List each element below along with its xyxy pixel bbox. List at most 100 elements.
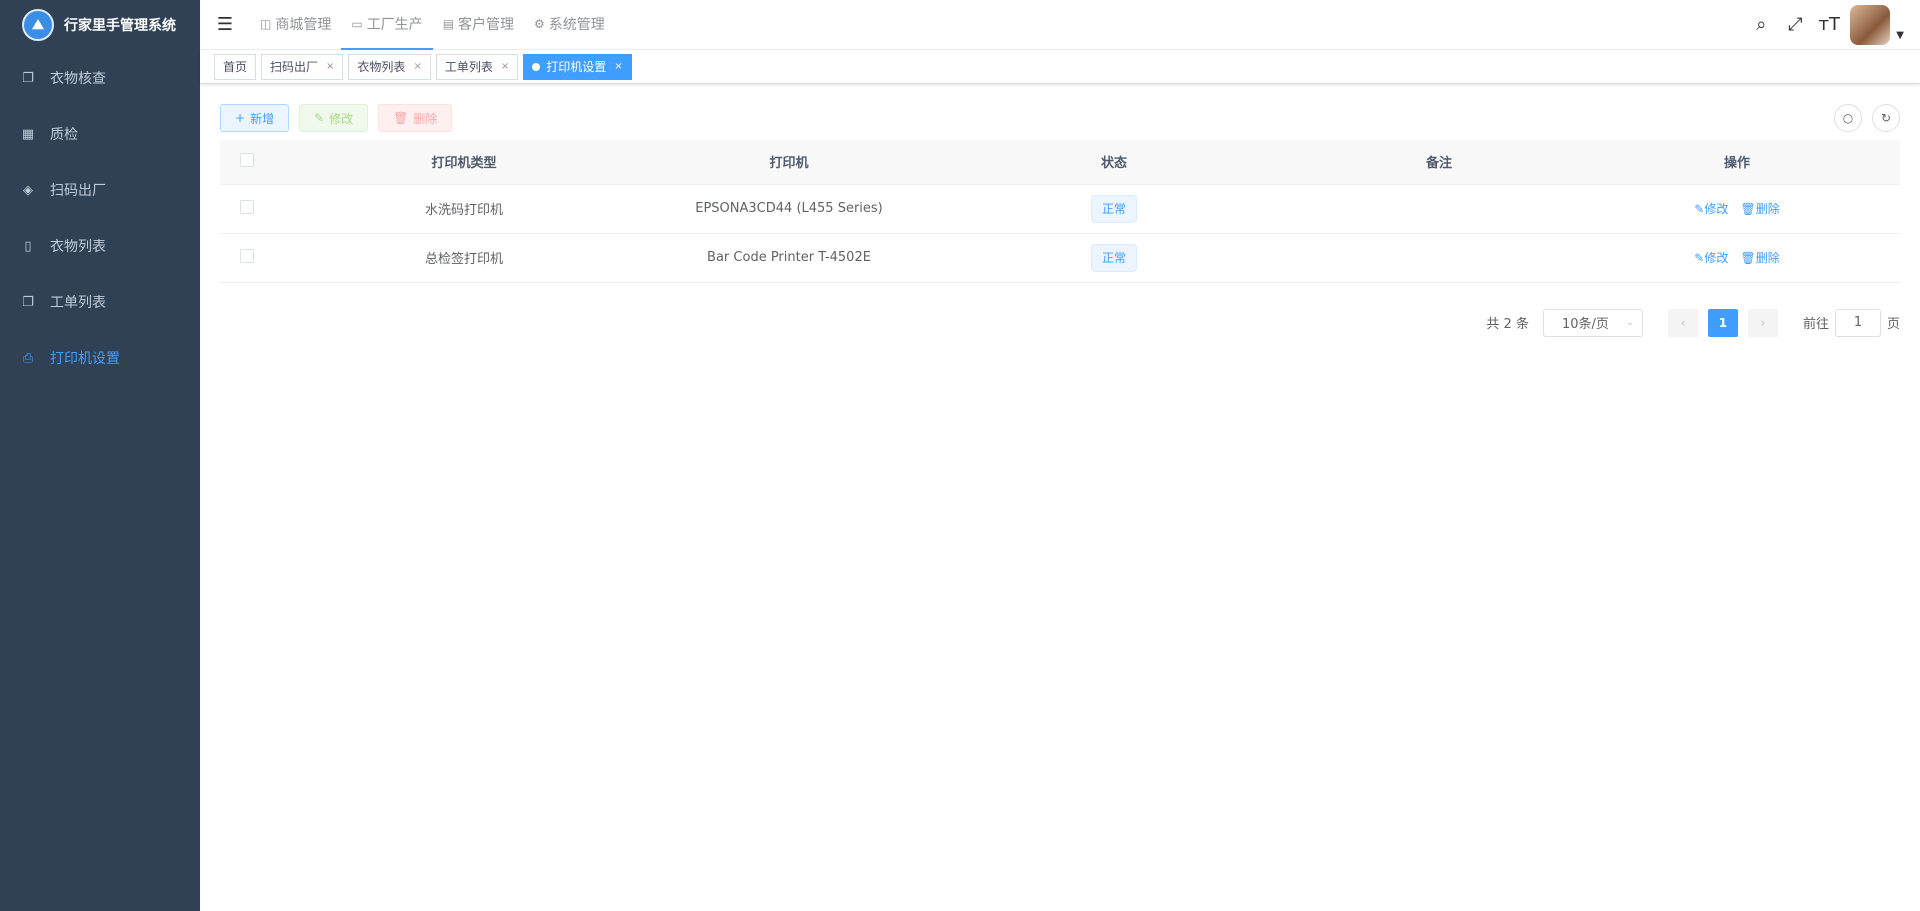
refresh-button[interactable]: ↻ xyxy=(1872,104,1900,132)
topnav-item-factory[interactable]: ▭ 工厂生产 xyxy=(341,0,433,50)
sidebar-item-label: 扫码出厂 xyxy=(50,183,106,199)
row-edit-link[interactable]: ✎修改 xyxy=(1694,202,1728,216)
sidebar-item-label: 打印机设置 xyxy=(50,351,120,367)
chevron-right-icon: › xyxy=(1760,315,1766,330)
tag-label: 打印机设置 xyxy=(546,60,607,74)
app-title: 行家里手管理系统 xyxy=(64,18,176,34)
tag-clothes-list[interactable]: 衣物列表 × xyxy=(348,53,431,80)
row-checkbox[interactable] xyxy=(240,199,254,214)
phone-icon: ▯ xyxy=(24,238,32,254)
edit-label: 修改 xyxy=(329,111,354,126)
page-size-select[interactable]: 10条/页 ⌄ xyxy=(1542,308,1643,337)
cell-status: 正常 xyxy=(924,184,1304,234)
pagination-total: 共 2 条 xyxy=(1486,317,1529,332)
close-icon[interactable]: × xyxy=(413,61,421,72)
row-select-cell xyxy=(220,184,274,234)
cell-printer-type: 总检签打印机 xyxy=(274,233,654,283)
sidebar-item-label: 质检 xyxy=(50,127,78,143)
sidebar-item-work-orders[interactable]: ❐ 工单列表 xyxy=(0,274,200,330)
monitor-icon: ▭ xyxy=(351,16,363,31)
main: ☰ ◫ 商城管理 ▭ 工厂生产 ▤ 客户管理 ⚙ 系统管理 ⌕ ⤢ ᴛT ▼ 首… xyxy=(200,0,1920,911)
logo[interactable]: ⛰ 行家里手管理系统 xyxy=(0,0,200,50)
col-actions: 操作 xyxy=(1574,140,1900,185)
row-checkbox[interactable] xyxy=(240,248,254,263)
row-delete-label: 删除 xyxy=(1755,251,1780,265)
edit-icon: ✎ xyxy=(1694,251,1705,265)
table-row: 水洗码打印机 EPSONA3CD44 (L455 Series) 正常 ✎修改 … xyxy=(220,184,1900,234)
table-row: 总检签打印机 Bar Code Printer T-4502E 正常 ✎修改 🗑… xyxy=(220,233,1900,283)
prev-page-button[interactable]: ‹ xyxy=(1667,308,1698,337)
printer-table: 打印机类型 打印机 状态 备注 操作 水洗码打印机 EPSONA3CD44 (L… xyxy=(220,140,1900,283)
refresh-icon: ↻ xyxy=(1880,111,1892,125)
page-size-value: 10条/页 xyxy=(1561,317,1609,332)
next-page-button[interactable]: › xyxy=(1747,308,1778,337)
page-suffix: 页 xyxy=(1886,317,1900,332)
row-edit-link[interactable]: ✎修改 xyxy=(1694,251,1728,265)
sidebar-item-quality-check[interactable]: ▦ 质检 xyxy=(0,106,200,162)
search-toggle-button[interactable]: ○ xyxy=(1834,104,1862,132)
edit-button[interactable]: ✎ 修改 xyxy=(299,104,369,132)
close-icon[interactable]: × xyxy=(501,61,509,72)
sidebar-item-printer-settings[interactable]: ⎙ 打印机设置 xyxy=(0,330,200,386)
sidebar-item-scan-out[interactable]: ◈ 扫码出厂 xyxy=(0,162,200,218)
chevron-down-icon: ⌄ xyxy=(1625,317,1634,328)
pagination: 共 2 条 10条/页 ⌄ ‹ 1 › 前往 页 xyxy=(220,308,1900,337)
row-delete-link[interactable]: 🗑删除 xyxy=(1740,202,1779,216)
close-icon[interactable]: × xyxy=(614,61,622,72)
status-badge: 正常 xyxy=(1090,243,1137,272)
tag-home[interactable]: 首页 xyxy=(214,53,257,80)
hamburger-icon[interactable]: ☰ xyxy=(200,0,250,50)
layers-icon: ◈ xyxy=(23,182,33,198)
page-number-button[interactable]: 1 xyxy=(1707,308,1738,337)
col-printer: 打印机 xyxy=(654,140,924,185)
cell-actions: ✎修改 🗑删除 xyxy=(1574,184,1900,234)
sidebar-item-clothes-list[interactable]: ▯ 衣物列表 xyxy=(0,218,200,274)
sidebar-item-label: 衣物列表 xyxy=(50,239,106,255)
topnav-item-system[interactable]: ⚙ 系统管理 xyxy=(524,0,615,50)
pagination-goto: 前往 页 xyxy=(1803,308,1900,337)
delete-button[interactable]: 🗑 删除 xyxy=(378,104,453,132)
fullscreen-icon[interactable]: ⤢ xyxy=(1778,14,1812,35)
tag-printer-settings[interactable]: 打印机设置 × xyxy=(523,53,632,80)
goto-page-input[interactable] xyxy=(1834,308,1881,337)
delete-label: 删除 xyxy=(413,111,438,126)
avatar[interactable] xyxy=(1850,4,1891,45)
tag-scan-out[interactable]: 扫码出厂 × xyxy=(261,53,344,80)
col-printer-type: 打印机类型 xyxy=(274,140,654,185)
topnav-label: 商城管理 xyxy=(275,16,332,33)
sidebar-item-label: 衣物核查 xyxy=(50,71,106,87)
add-button[interactable]: + 新增 xyxy=(220,104,290,132)
right-menu: ⌕ ⤢ ᴛT ▼ xyxy=(1744,0,1920,50)
tag-label: 首页 xyxy=(223,60,248,74)
row-select-cell xyxy=(220,233,274,283)
cell-remark xyxy=(1304,184,1574,234)
cell-remark xyxy=(1304,233,1574,283)
close-icon[interactable]: × xyxy=(326,61,334,72)
select-all-checkbox[interactable] xyxy=(240,152,254,167)
add-label: 新增 xyxy=(250,111,275,126)
cell-printer: EPSONA3CD44 (L455 Series) xyxy=(654,184,924,234)
gear-icon: ⚙ xyxy=(534,16,545,31)
col-remark: 备注 xyxy=(1304,140,1574,185)
edit-icon: ✎ xyxy=(314,111,325,125)
table-icon: ▦ xyxy=(21,126,35,142)
tags-view: 首页 扫码出厂 × 衣物列表 × 工单列表 × 打印机设置 × xyxy=(200,50,1920,84)
topnav-label: 工厂生产 xyxy=(366,16,423,33)
sidebar-item-clothes-check[interactable]: ❐ 衣物核查 xyxy=(0,50,200,106)
printer-icon: ⎙ xyxy=(22,350,34,366)
tag-label: 衣物列表 xyxy=(357,60,406,74)
tag-label: 工单列表 xyxy=(444,60,493,74)
topnav-item-customers[interactable]: ▤ 客户管理 xyxy=(433,0,524,50)
table-header-row: 打印机类型 打印机 状态 备注 操作 xyxy=(220,140,1900,185)
font-size-icon[interactable]: ᴛT xyxy=(1812,14,1846,35)
trash-icon: 🗑 xyxy=(1740,202,1756,216)
row-delete-link[interactable]: 🗑删除 xyxy=(1740,251,1779,265)
search-icon: ○ xyxy=(1842,111,1854,125)
search-icon[interactable]: ⌕ xyxy=(1744,14,1778,35)
tag-work-orders[interactable]: 工单列表 × xyxy=(435,53,519,80)
logo-icon: ⛰ xyxy=(22,9,54,41)
toolbar: + 新增 ✎ 修改 🗑 删除 ○ ↻ xyxy=(220,104,1900,132)
caret-down-icon[interactable]: ▼ xyxy=(1896,30,1904,41)
tag-label: 扫码出厂 xyxy=(270,60,319,74)
topnav-item-mall[interactable]: ◫ 商城管理 xyxy=(250,0,341,50)
